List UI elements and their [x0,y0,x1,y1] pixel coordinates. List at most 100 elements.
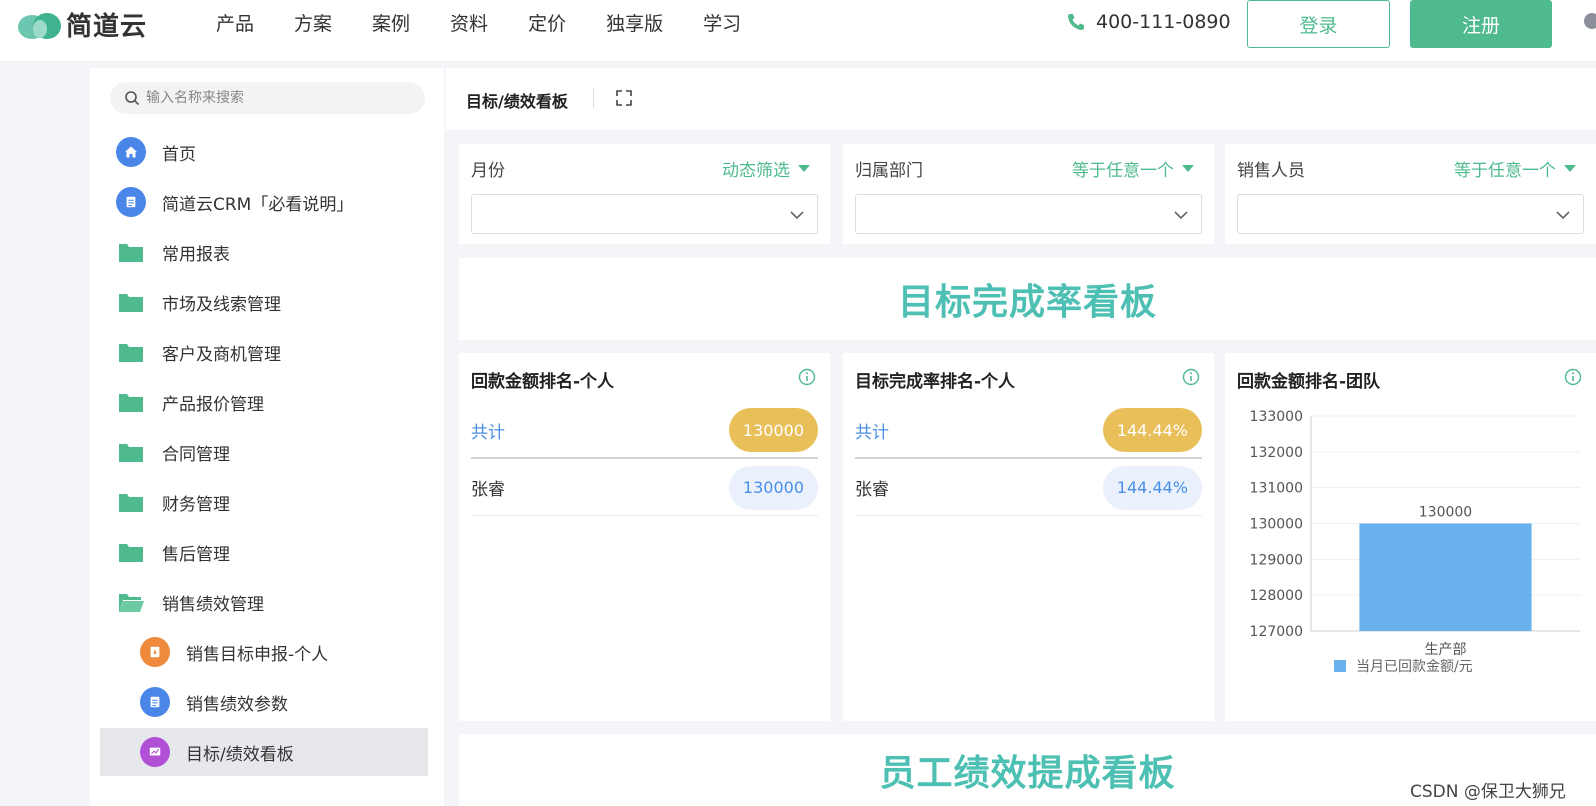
total-value-badge: 144.44% [1102,408,1202,452]
folder-icon [119,294,143,312]
chevron-down-icon [790,211,804,220]
filter-month: 月份 动态筛选 [459,144,830,244]
sidebar-item-label: 销售目标申报-个人 [186,644,329,665]
x-tick-label: 生产部 [1425,642,1467,658]
sidebar-item-sales-performance[interactable]: 销售绩效管理 [100,578,428,626]
info-icon[interactable] [798,368,816,386]
main-nav: 产品 方案 案例 资料 定价 独享版 学习 [216,9,781,36]
sidebar-item-common-reports[interactable]: 常用报表 [100,228,428,276]
section-title: 员工绩效提成看板 [879,753,1176,794]
card-payment-ranking-personal: 回款金额排名-个人 共计 130000 张睿 130000 [459,353,830,721]
person-name: 张睿 [855,480,889,500]
brand-logo[interactable]: 简道云 [16,6,147,42]
language-globe-icon[interactable] [1584,13,1596,29]
sidebar-item-marketing-leads[interactable]: 市场及线索管理 [100,278,428,326]
folder-open-icon [119,594,144,612]
sidebar-item-label: 售后管理 [162,544,230,565]
nav-item-solution[interactable]: 方案 [294,9,332,36]
phone-number: 400-111-0890 [1096,11,1231,33]
filter-label: 归属部门 [855,161,923,181]
home-icon [116,137,146,167]
filter-mode-dropdown[interactable]: 等于任意一个 [1072,156,1194,181]
sidebar-item-sales-target-form[interactable]: 销售目标申报-个人 [100,628,428,676]
fullscreen-icon[interactable] [614,88,634,108]
filter-mode-label: 等于任意一个 [1454,161,1556,181]
sidebar-item-performance-params[interactable]: 销售绩效参数 [100,678,428,726]
salesperson-select[interactable] [1237,194,1584,234]
filter-label: 月份 [471,161,505,181]
sidebar-item-quotes[interactable]: 产品报价管理 [100,378,428,426]
y-tick-label: 127000 [1250,624,1303,640]
ranking-total-row: 共计 144.44% [855,403,1202,459]
folder-icon [119,394,143,412]
folder-icon [119,244,143,262]
y-tick-label: 131000 [1250,481,1303,497]
sidebar-item-label: 首页 [162,144,196,165]
document-icon [140,687,170,717]
dashboard-icon [140,737,170,767]
chevron-down-icon [1556,211,1570,220]
sidebar-item-label: 客户及商机管理 [162,344,281,365]
search-icon [125,91,140,106]
ranking-row: 张睿 144.44% [855,460,1202,516]
search-input[interactable] [146,90,416,106]
sidebar-item-crm-guide[interactable]: 简道云CRM「必看说明」 [100,178,428,226]
document-icon [116,187,146,217]
sidebar-item-label: 简道云CRM「必看说明」 [162,194,354,215]
folder-icon [119,344,143,362]
nav-item-exclusive[interactable]: 独享版 [606,9,663,36]
legend-label: 当月已回款金额/元 [1356,659,1473,675]
sidebar-search [110,82,425,114]
bar-data-label: 130000 [1419,505,1472,521]
department-select[interactable] [855,194,1202,234]
bar [1359,523,1532,631]
nav-item-product[interactable]: 产品 [216,9,254,36]
sidebar-item-after-sales[interactable]: 售后管理 [100,528,428,576]
header-divider [593,88,594,108]
total-label: 共计 [855,422,889,443]
nav-item-pricing[interactable]: 定价 [528,9,566,36]
total-value-badge: 130000 [728,408,818,452]
card-payment-ranking-team: 回款金额排名-团队 133000 132000 131000 130000 129000… [1225,353,1596,721]
y-tick-label: 130000 [1250,517,1303,533]
register-button[interactable]: 注册 [1410,0,1552,48]
filter-mode-dropdown[interactable]: 等于任意一个 [1454,156,1576,181]
nav-item-cases[interactable]: 案例 [372,9,410,36]
sidebar-item-label: 常用报表 [162,244,230,265]
value-badge: 130000 [728,465,818,510]
phone-icon [1068,14,1084,30]
y-tick-label: 129000 [1250,552,1303,568]
section-title: 目标完成率看板 [897,282,1157,323]
filter-mode-label: 动态筛选 [722,161,790,181]
card-target-rate-ranking-personal: 目标完成率排名-个人 共计 144.44% 张睿 144.44% [843,353,1214,721]
info-icon[interactable] [1182,368,1200,386]
top-navbar: 简道云 产品 方案 案例 资料 定价 独享版 学习 400-111-0890 登… [0,0,1596,62]
filter-mode-dropdown[interactable]: 动态筛选 [722,156,810,181]
ranking-total-row: 共计 130000 [471,403,818,459]
sidebar-item-label: 销售绩效管理 [162,594,264,615]
login-button[interactable]: 登录 [1247,0,1390,48]
y-tick-label: 128000 [1250,588,1303,604]
sidebar-item-finance[interactable]: 财务管理 [100,478,428,526]
sidebar-item-label: 财务管理 [162,494,230,515]
form-icon [140,637,170,667]
nav-item-resources[interactable]: 资料 [450,9,488,36]
month-select[interactable] [471,194,818,234]
team-payment-bar-chart: 133000 132000 131000 130000 129000 128000 1270… [1250,409,1580,675]
total-label: 共计 [471,422,505,443]
y-tick-label: 133000 [1250,409,1303,425]
sidebar-item-contracts[interactable]: 合同管理 [100,428,428,476]
phone-contact: 400-111-0890 [1066,11,1231,33]
folder-icon [119,444,143,462]
sidebar-item-target-dashboard[interactable]: 目标/绩效看板 [100,728,428,776]
sidebar-item-label: 合同管理 [162,444,230,465]
folder-icon [119,544,143,562]
nav-item-learn[interactable]: 学习 [703,9,741,36]
page-title: 目标/绩效看板 [466,92,568,111]
watermark-text: CSDN @保卫大狮兄 [1410,782,1566,802]
card-title: 目标完成率排名-个人 [855,372,1016,392]
sidebar-item-customers[interactable]: 客户及商机管理 [100,328,428,376]
sidebar-item-home[interactable]: 首页 [100,128,428,176]
jiandaoyun-logo-icon [18,13,61,39]
folder-icon [119,494,143,512]
